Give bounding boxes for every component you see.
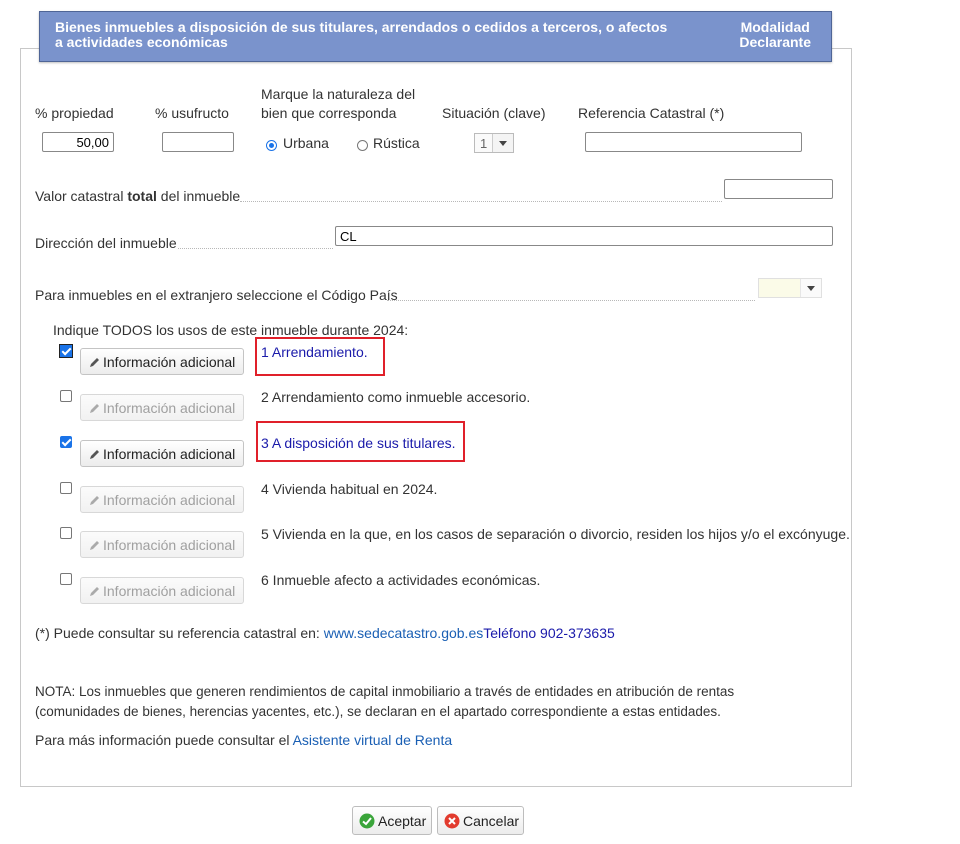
mode-indicator: Modalidad Declarante: [739, 20, 811, 50]
aceptar-button[interactable]: Aceptar: [352, 806, 432, 835]
naturaleza-label-line2: bien que corresponda: [261, 105, 397, 121]
info-adicional-button-2: Información adicional: [80, 394, 244, 421]
usufructo-input[interactable]: [162, 132, 234, 152]
referencia-catastral-input[interactable]: [585, 132, 802, 152]
cancelar-button[interactable]: Cancelar: [437, 806, 524, 835]
pencil-icon: [90, 587, 99, 596]
valor-label-pre: Valor catastral: [35, 188, 128, 204]
nota-line1: NOTA: Los inmuebles que generen rendimie…: [35, 684, 735, 699]
pencil-icon: [90, 541, 99, 550]
pencil-icon: [90, 358, 99, 367]
info-adicional-label: Información adicional: [103, 537, 236, 553]
uso-2-checkbox[interactable]: [60, 390, 72, 402]
referencia-label: Referencia Catastral (*): [578, 105, 725, 121]
valor-catastral-label: Valor catastral total del inmueble: [35, 188, 240, 204]
naturaleza-label-line1: Marque la naturaleza del: [261, 86, 416, 102]
sedecatastro-link[interactable]: www.sedecatastro.gob.es: [324, 625, 484, 641]
rustica-label[interactable]: Rústica: [373, 135, 420, 151]
uso-4-label: 4 Vivienda habitual en 2024.: [261, 481, 438, 497]
check-circle-icon: [359, 813, 375, 829]
info-adicional-button-5: Información adicional: [80, 531, 244, 558]
info-adicional-button-3[interactable]: Información adicional: [80, 440, 244, 467]
info-adicional-label: Información adicional: [103, 400, 236, 416]
chevron-down-icon[interactable]: [492, 134, 513, 152]
catastro-note: (*) Puede consultar su referencia catast…: [35, 625, 615, 641]
uso-6-checkbox[interactable]: [60, 573, 72, 585]
asistente-text: Para más información puede consultar el: [35, 732, 293, 748]
dialog-header: Bienes inmuebles a disposición de sus ti…: [39, 11, 832, 62]
highlight-box: [256, 421, 465, 462]
catastro-phone: Teléfono 902-373635: [483, 625, 615, 641]
propiedad-input[interactable]: [42, 132, 114, 152]
direccion-label: Dirección del inmueble: [35, 235, 177, 251]
asistente-virtual-link[interactable]: Asistente virtual de Renta: [293, 732, 453, 748]
pencil-icon: [90, 450, 99, 459]
urbana-label[interactable]: Urbana: [283, 135, 329, 151]
usufructo-label: % usufructo: [155, 105, 229, 121]
valor-label-bold: total: [127, 188, 157, 204]
dialog-title: Bienes inmuebles a disposición de sus ti…: [55, 19, 668, 50]
asistente-note: Para más información puede consultar el …: [35, 732, 452, 748]
situacion-select[interactable]: 1: [474, 133, 514, 153]
pencil-icon: [90, 404, 99, 413]
mode-line2: Declarante: [739, 34, 811, 50]
info-adicional-label: Información adicional: [103, 446, 236, 462]
divider: [387, 300, 755, 301]
mode-line1: Modalidad: [740, 19, 810, 35]
situacion-label: Situación (clave): [442, 105, 546, 121]
cancelar-label: Cancelar: [463, 813, 520, 829]
info-adicional-button-1[interactable]: Información adicional: [80, 348, 244, 375]
highlight-box: [255, 337, 385, 376]
uso-3-checkbox[interactable]: [60, 436, 72, 448]
usos-heading: Indique TODOS los usos de este inmueble …: [53, 322, 409, 338]
uso-5-label: 5 Vivienda en la que, en los casos de se…: [261, 526, 850, 542]
divider: [240, 201, 722, 202]
uso-6-label: 6 Inmueble afecto a actividades económic…: [261, 572, 541, 588]
cancel-circle-icon: [444, 813, 460, 829]
uso-1-checkbox[interactable]: [59, 344, 73, 358]
extranjero-label: Para inmuebles en el extranjero seleccio…: [35, 287, 398, 303]
urbana-radio[interactable]: [266, 140, 277, 151]
info-adicional-button-6: Información adicional: [80, 577, 244, 604]
divider: [178, 248, 333, 249]
uso-5-checkbox[interactable]: [60, 527, 72, 539]
valor-label-post: del inmueble: [156, 188, 241, 204]
uso-4-checkbox[interactable]: [60, 482, 72, 494]
aceptar-label: Aceptar: [378, 813, 427, 829]
info-adicional-button-4: Información adicional: [80, 486, 244, 513]
info-adicional-label: Información adicional: [103, 583, 236, 599]
chevron-down-icon[interactable]: [800, 279, 821, 297]
pencil-icon: [90, 496, 99, 505]
uso-2-label: 2 Arrendamiento como inmueble accesorio.: [261, 389, 531, 405]
direccion-input[interactable]: [335, 226, 833, 246]
info-adicional-label: Información adicional: [103, 492, 236, 508]
info-adicional-label: Información adicional: [103, 354, 236, 370]
situacion-value: 1: [480, 136, 488, 151]
codigo-pais-select[interactable]: [758, 278, 822, 298]
propiedad-label: % propiedad: [35, 105, 114, 121]
valor-catastral-input[interactable]: [724, 179, 833, 199]
rustica-radio[interactable]: [357, 140, 368, 151]
catastro-text: (*) Puede consultar su referencia catast…: [35, 625, 324, 641]
nota-line2: (comunidades de bienes, herencias yacent…: [35, 704, 721, 719]
